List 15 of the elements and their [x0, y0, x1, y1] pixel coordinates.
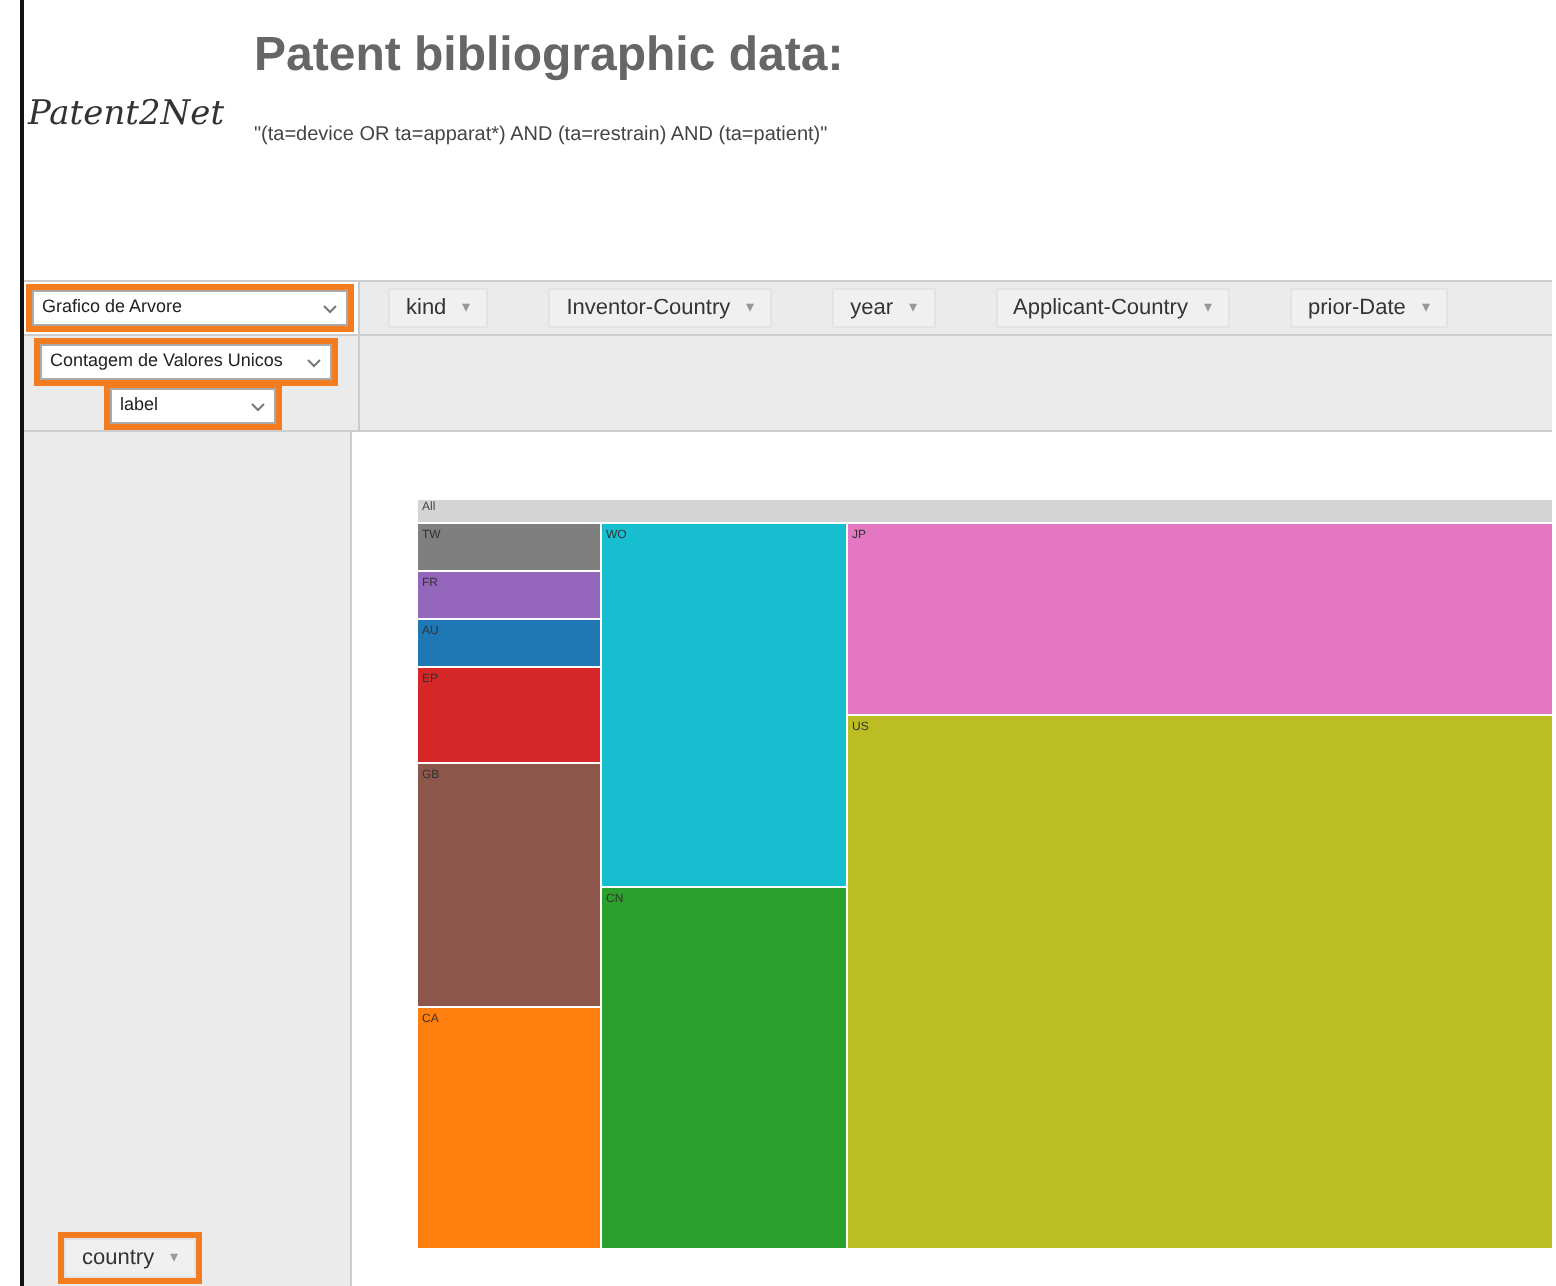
field-pill[interactable]: year ▾ [832, 288, 936, 328]
page-title: Patent bibliographic data: [254, 26, 844, 86]
field-pill[interactable]: Inventor-Country ▾ [548, 288, 773, 328]
logo: Patent2Net [28, 92, 225, 136]
query-text: "(ta=device OR ta=apparat*) AND (ta=restrain) AND (ta=patient)" [254, 122, 830, 150]
field-pill[interactable]: kind ▾ [388, 288, 489, 328]
aggregator-select[interactable]: Contagem de Valores Unicos [40, 344, 332, 380]
field-pill[interactable]: prior-Date ▾ [1289, 288, 1448, 328]
field-pill[interactable]: country ▾ [64, 1238, 197, 1278]
chevron-icon [322, 303, 338, 313]
field-pill[interactable]: Applicant-Country ▾ [995, 288, 1230, 328]
chevron-icon [306, 357, 322, 367]
chevron-icon [250, 401, 266, 411]
attribute-select[interactable]: label [110, 388, 276, 424]
renderer-select[interactable]: Grafico de Arvore [32, 290, 348, 326]
